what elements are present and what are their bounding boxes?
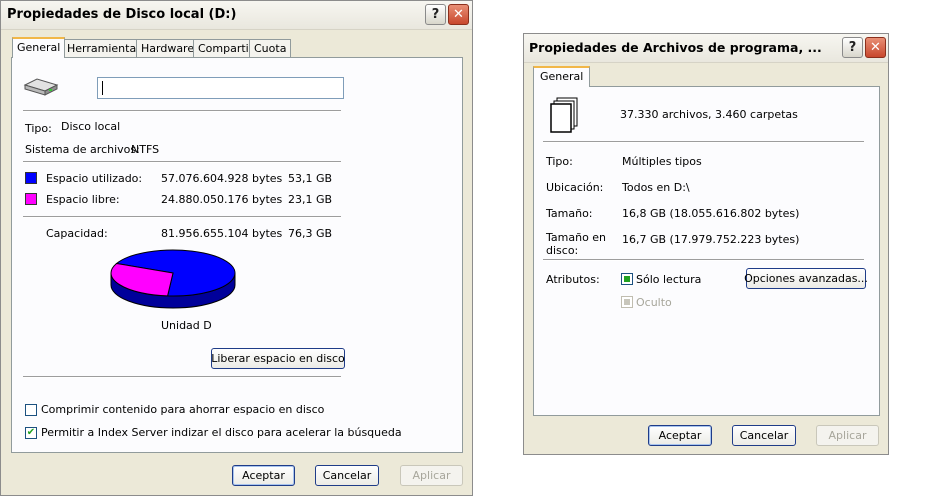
used-space-bytes: 57.076.604.928 bytes (161, 172, 283, 185)
multiple-files-icon (549, 97, 581, 138)
free-space-label: Espacio libre: (46, 193, 120, 206)
contents-summary: 37.330 archivos, 3.460 carpetas (620, 108, 798, 121)
ok-button[interactable]: Aceptar (648, 425, 712, 446)
divider (23, 376, 341, 378)
close-icon: ✕ (453, 7, 464, 22)
filesystem-value: NTFS (131, 143, 160, 156)
apply-button[interactable]: Aplicar (400, 465, 463, 486)
apply-button[interactable]: Aplicar (816, 425, 879, 446)
tab-herramientas[interactable]: Herramientas (62, 39, 147, 58)
button-label: Cancelar (739, 429, 789, 442)
pie-chart-label: Unidad D (161, 319, 212, 332)
ok-button[interactable]: Aceptar (232, 465, 295, 486)
hidden-checkbox[interactable] (621, 296, 633, 308)
size-label: Tamaño: (546, 207, 593, 220)
readonly-checkbox[interactable] (621, 273, 633, 285)
button-label: Aceptar (242, 469, 285, 482)
free-space-swatch (25, 193, 37, 205)
divider (543, 259, 864, 261)
type-label: Tipo: (25, 122, 52, 135)
close-icon: ✕ (870, 40, 881, 55)
size-value: 16,8 GB (18.055.616.802 bytes) (622, 207, 800, 220)
mixed-state-indicator (624, 276, 630, 282)
window-title: Propiedades de Disco local (D:) (7, 7, 237, 22)
capacity-label: Capacidad: (46, 227, 108, 240)
disk-size-value: 16,7 GB (17.979.752.223 bytes) (622, 233, 800, 246)
folder-properties-window: Propiedades de Archivos de programa, ...… (523, 33, 889, 455)
button-label: Cancelar (322, 469, 372, 482)
general-panel (533, 86, 880, 416)
type-label: Tipo: (546, 155, 573, 168)
cancel-button[interactable]: Cancelar (315, 465, 379, 486)
location-value: Todos en D:\ (622, 181, 690, 194)
divider (23, 161, 341, 163)
disk-usage-pie-chart (110, 249, 236, 309)
button-label: Aplicar (828, 429, 867, 442)
button-label: Aplicar (412, 469, 451, 482)
tab-label: Hardware (141, 42, 195, 55)
disk-properties-window: Propiedades de Disco local (D:) ? ✕ Gene… (0, 0, 473, 496)
divider (23, 216, 341, 218)
help-button[interactable]: ? (425, 4, 446, 25)
cancel-button[interactable]: Cancelar (732, 425, 796, 446)
attributes-label: Atributos: (546, 273, 600, 286)
tab-label: Herramientas (67, 42, 142, 55)
help-button[interactable]: ? (842, 37, 863, 58)
divider (543, 141, 864, 143)
volume-label-input[interactable] (97, 77, 344, 99)
tab-cuota[interactable]: Cuota (249, 39, 292, 58)
help-icon: ? (431, 7, 440, 22)
tab-general[interactable]: General (533, 66, 591, 87)
text-cursor (102, 81, 103, 95)
used-space-label: Espacio utilizado: (46, 172, 143, 185)
free-space-bytes: 24.880.050.176 bytes (161, 193, 283, 206)
button-label: Aceptar (658, 429, 702, 442)
tab-label: Cuota (254, 42, 287, 55)
title-bar: Propiedades de Archivos de programa, ...… (524, 34, 888, 63)
close-button[interactable]: ✕ (865, 37, 886, 58)
button-label: Opciones avanzadas... (744, 272, 868, 285)
disk-size-label-line2: disco: (546, 244, 579, 257)
advanced-options-button[interactable]: Opciones avanzadas... (744, 268, 868, 289)
used-space-gb: 53,1 GB (288, 172, 333, 185)
compress-checkbox[interactable] (25, 404, 37, 416)
mixed-state-indicator (624, 299, 630, 305)
hard-drive-icon (23, 77, 59, 100)
tab-label: Compartir (198, 42, 254, 55)
index-server-label: Permitir a Index Server indizar el disco… (41, 426, 402, 439)
window-title: Propiedades de Archivos de programa, ... (529, 40, 822, 55)
hidden-label: Oculto (636, 296, 672, 309)
disk-size-label-line1: Tamaño en (546, 231, 607, 244)
type-value: Disco local (61, 120, 121, 133)
tab-label: General (17, 41, 61, 54)
button-label: Liberar espacio en disco (211, 352, 345, 365)
used-space-swatch (25, 172, 37, 184)
tab-hardware[interactable]: Hardware (136, 39, 200, 58)
tab-label: General (540, 70, 584, 83)
compress-label: Comprimir contenido para ahorrar espacio… (41, 403, 325, 416)
capacity-gb: 76,3 GB (288, 227, 333, 240)
free-space-gb: 23,1 GB (288, 193, 333, 206)
help-icon: ? (848, 40, 857, 55)
close-button[interactable]: ✕ (448, 4, 469, 25)
type-value: Múltiples tipos (622, 155, 702, 168)
filesystem-label: Sistema de archivos: (25, 143, 140, 156)
title-bar: Propiedades de Disco local (D:) ? ✕ (1, 1, 472, 30)
readonly-label: Sólo lectura (636, 273, 702, 286)
tab-general[interactable]: General (12, 37, 66, 58)
index-server-checkbox[interactable]: ✔ (25, 427, 37, 439)
location-label: Ubicación: (546, 181, 604, 194)
divider (23, 110, 341, 112)
capacity-bytes: 81.956.655.104 bytes (161, 227, 283, 240)
disk-cleanup-button[interactable]: Liberar espacio en disco (211, 348, 345, 369)
